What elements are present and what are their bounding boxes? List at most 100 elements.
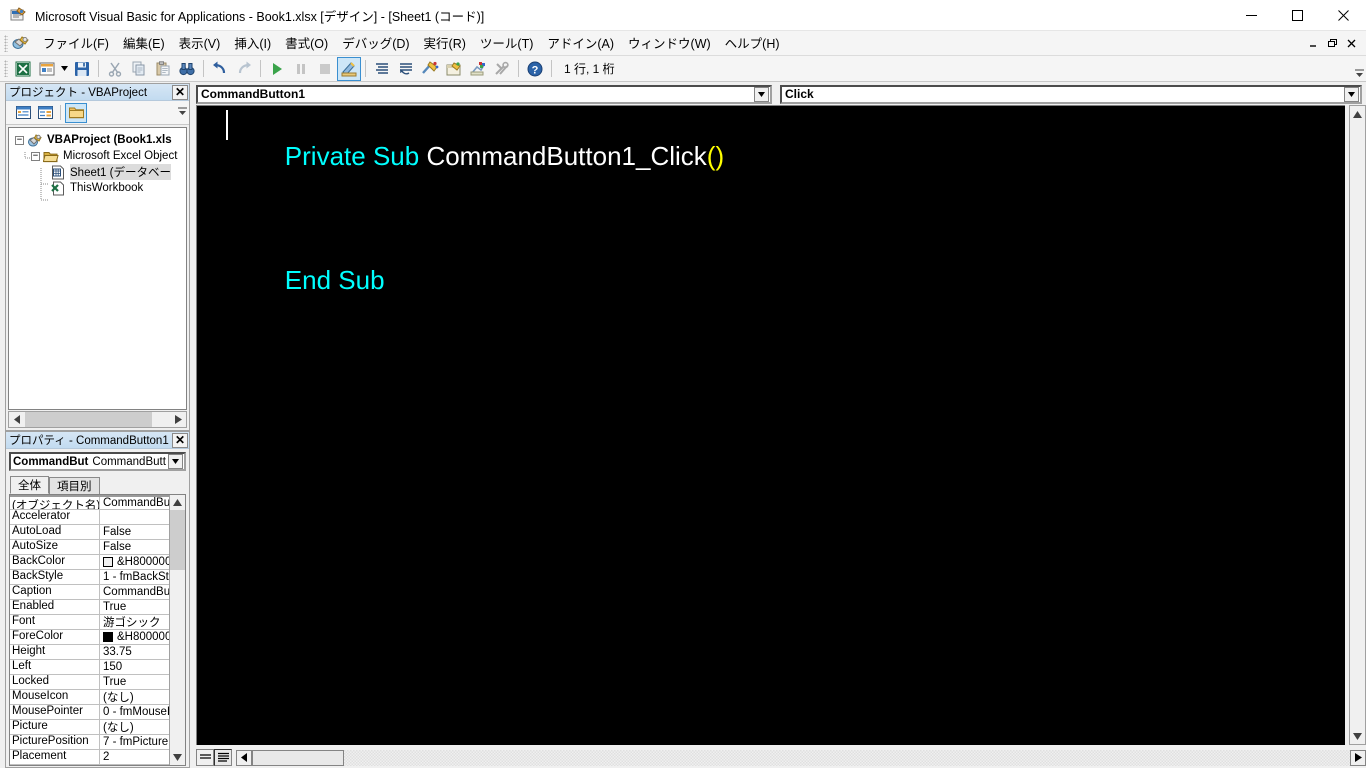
- menu-item-addins[interactable]: アドイン(A): [540, 30, 621, 56]
- property-value[interactable]: CommandBut: [100, 585, 169, 599]
- scroll-down-button[interactable]: [170, 750, 185, 765]
- mdi-minimize-button[interactable]: [1305, 35, 1322, 52]
- chevron-down-icon[interactable]: [59, 57, 70, 81]
- scroll-up-button[interactable]: [170, 495, 185, 510]
- table-row[interactable]: Enabled True: [10, 600, 169, 615]
- code-editor[interactable]: Private Sub CommandButton1_Click() End S…: [196, 105, 1345, 745]
- scroll-left-button[interactable]: [236, 750, 252, 766]
- hscroll-track[interactable]: [344, 750, 1350, 766]
- redo-icon[interactable]: [232, 57, 256, 81]
- table-row[interactable]: MouseIcon (なし): [10, 690, 169, 705]
- minimize-button[interactable]: [1228, 0, 1274, 31]
- view-code-icon[interactable]: [12, 103, 34, 123]
- project-tree[interactable]: − VBAProject (Book1.xls −: [8, 127, 187, 410]
- procedure-view-icon[interactable]: [196, 749, 214, 766]
- view-object-icon[interactable]: [34, 103, 56, 123]
- undo-icon[interactable]: [208, 57, 232, 81]
- property-value[interactable]: 7 - fmPicture: [100, 735, 169, 749]
- property-value[interactable]: True: [100, 600, 169, 614]
- table-row[interactable]: Accelerator: [10, 510, 169, 525]
- vscroll-track[interactable]: [1350, 122, 1365, 728]
- table-row[interactable]: (オブジェクト名) CommandBut: [10, 495, 169, 510]
- table-row[interactable]: AutoLoad False: [10, 525, 169, 540]
- scroll-right-button[interactable]: [170, 412, 186, 427]
- copy-icon[interactable]: [127, 57, 151, 81]
- table-row[interactable]: Placement 2: [10, 750, 169, 765]
- scroll-left-button[interactable]: [9, 412, 25, 427]
- paste-icon[interactable]: [151, 57, 175, 81]
- property-value[interactable]: 游ゴシック: [100, 615, 169, 629]
- insert-userform-icon[interactable]: [35, 57, 59, 81]
- tree-item-sheet1[interactable]: Sheet1 (データベー: [9, 164, 186, 180]
- expander-icon[interactable]: −: [31, 152, 40, 161]
- menu-item-tools[interactable]: ツール(T): [473, 30, 540, 56]
- chevron-down-icon[interactable]: [1344, 87, 1359, 102]
- properties-object-combo[interactable]: CommandBut CommandButt: [9, 452, 186, 471]
- property-value[interactable]: 33.75: [100, 645, 169, 659]
- property-value[interactable]: False: [100, 525, 169, 539]
- scissors-icon[interactable]: [103, 57, 127, 81]
- toolbox-icon[interactable]: [442, 57, 466, 81]
- tab-categorized[interactable]: 項目別: [49, 477, 100, 494]
- object-browser-icon[interactable]: [418, 57, 442, 81]
- binoculars-icon[interactable]: [175, 57, 199, 81]
- hscroll-thumb[interactable]: [25, 412, 152, 427]
- tree-item-excel-objects[interactable]: − Microsoft Excel Object: [9, 148, 186, 164]
- properties-grid[interactable]: (オブジェクト名) CommandBut Accelerator AutoLoa…: [9, 494, 186, 766]
- pause-icon[interactable]: [289, 57, 313, 81]
- folder-icon[interactable]: [65, 103, 87, 123]
- play-icon[interactable]: [265, 57, 289, 81]
- table-row[interactable]: BackColor &H8000000: [10, 555, 169, 570]
- menu-item-run[interactable]: 実行(R): [417, 30, 473, 56]
- table-row[interactable]: Picture (なし): [10, 720, 169, 735]
- menu-item-window[interactable]: ウィンドウ(W): [621, 30, 718, 56]
- properties-window-icon[interactable]: [394, 57, 418, 81]
- table-row[interactable]: Caption CommandBut: [10, 585, 169, 600]
- table-row[interactable]: Left 150: [10, 660, 169, 675]
- toolbar-overflow-icon[interactable]: [1352, 57, 1366, 81]
- save-icon[interactable]: [70, 57, 94, 81]
- mdi-restore-button[interactable]: [1324, 35, 1341, 52]
- office-assistant-icon[interactable]: [466, 57, 490, 81]
- property-value[interactable]: &H8000000: [100, 555, 169, 569]
- properties-title-bar[interactable]: プロパティ - CommandButton1 ✕: [6, 432, 189, 449]
- maximize-button[interactable]: [1274, 0, 1320, 31]
- table-row[interactable]: BackStyle 1 - fmBackSt: [10, 570, 169, 585]
- table-row[interactable]: MousePointer 0 - fmMouseI: [10, 705, 169, 720]
- scroll-down-button[interactable]: [1350, 728, 1365, 744]
- code-vscrollbar[interactable]: [1349, 105, 1366, 745]
- expander-icon[interactable]: −: [15, 136, 24, 145]
- hscroll-thumb[interactable]: [252, 750, 344, 766]
- full-module-view-icon[interactable]: [214, 749, 232, 766]
- scroll-right-button[interactable]: [1350, 750, 1366, 766]
- project-explorer-icon[interactable]: [370, 57, 394, 81]
- menu-item-file[interactable]: ファイル(F): [36, 30, 116, 56]
- excel-icon[interactable]: [11, 57, 35, 81]
- tree-item-vbaproject[interactable]: − VBAProject (Book1.xls: [9, 132, 186, 148]
- table-row[interactable]: Font 游ゴシック: [10, 615, 169, 630]
- object-dropdown[interactable]: CommandButton1: [196, 85, 772, 104]
- table-row[interactable]: Height 33.75: [10, 645, 169, 660]
- menu-item-debug[interactable]: デバッグ(D): [335, 30, 416, 56]
- project-explorer-hscrollbar[interactable]: [8, 411, 187, 428]
- menu-item-insert[interactable]: 挿入(I): [227, 30, 278, 56]
- project-toolbar-overflow-icon[interactable]: [175, 107, 189, 119]
- property-value[interactable]: (なし): [100, 720, 169, 734]
- menu-item-help[interactable]: ヘルプ(H): [718, 30, 787, 56]
- table-row[interactable]: ForeColor &H800000: [10, 630, 169, 645]
- property-value[interactable]: False: [100, 540, 169, 554]
- property-value[interactable]: True: [100, 675, 169, 689]
- properties-vscrollbar[interactable]: [169, 495, 185, 765]
- tree-item-thisworkbook[interactable]: ThisWorkbook: [9, 180, 186, 196]
- menu-item-format[interactable]: 書式(O): [278, 30, 335, 56]
- property-value[interactable]: (なし): [100, 690, 169, 704]
- menu-item-view[interactable]: 表示(V): [172, 30, 228, 56]
- property-value[interactable]: 1 - fmBackSt: [100, 570, 169, 584]
- chevron-down-icon[interactable]: [754, 87, 769, 102]
- close-button[interactable]: [1320, 0, 1366, 31]
- mdi-close-button[interactable]: [1343, 35, 1360, 52]
- stop-icon[interactable]: [313, 57, 337, 81]
- toolbar-grip[interactable]: [4, 60, 8, 77]
- tab-all[interactable]: 全体: [10, 476, 49, 494]
- vscroll-thumb[interactable]: [170, 510, 185, 570]
